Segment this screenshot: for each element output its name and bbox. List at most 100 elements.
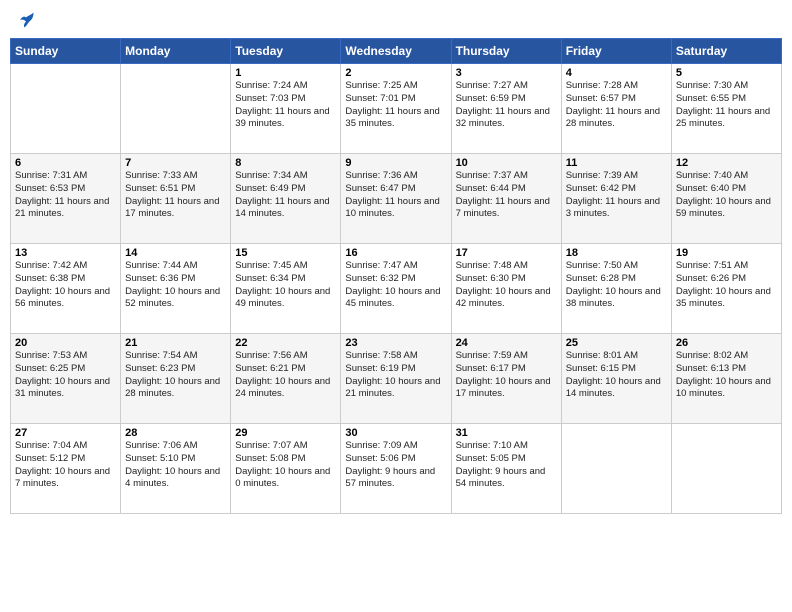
calendar-day-cell: 11Sunrise: 7:39 AM Sunset: 6:42 PM Dayli… (561, 154, 671, 244)
day-number: 12 (676, 157, 777, 169)
calendar-day-cell: 3Sunrise: 7:27 AM Sunset: 6:59 PM Daylig… (451, 64, 561, 154)
calendar-day-cell: 20Sunrise: 7:53 AM Sunset: 6:25 PM Dayli… (11, 334, 121, 424)
day-number: 4 (566, 67, 667, 79)
day-number: 21 (125, 337, 226, 349)
calendar-day-cell: 8Sunrise: 7:34 AM Sunset: 6:49 PM Daylig… (231, 154, 341, 244)
day-number: 10 (456, 157, 557, 169)
day-info: Sunrise: 7:50 AM Sunset: 6:28 PM Dayligh… (566, 260, 667, 311)
weekday-header-cell: Tuesday (231, 39, 341, 64)
weekday-header-cell: Wednesday (341, 39, 451, 64)
day-number: 22 (235, 337, 336, 349)
day-number: 29 (235, 427, 336, 439)
weekday-header-cell: Saturday (671, 39, 781, 64)
calendar-day-cell: 29Sunrise: 7:07 AM Sunset: 5:08 PM Dayli… (231, 424, 341, 514)
day-info: Sunrise: 7:37 AM Sunset: 6:44 PM Dayligh… (456, 170, 557, 221)
calendar-day-cell: 28Sunrise: 7:06 AM Sunset: 5:10 PM Dayli… (121, 424, 231, 514)
day-number: 3 (456, 67, 557, 79)
logo (14, 10, 36, 30)
calendar-day-cell (561, 424, 671, 514)
calendar-day-cell: 1Sunrise: 7:24 AM Sunset: 7:03 PM Daylig… (231, 64, 341, 154)
day-number: 15 (235, 247, 336, 259)
day-number: 7 (125, 157, 226, 169)
day-number: 1 (235, 67, 336, 79)
day-info: Sunrise: 7:51 AM Sunset: 6:26 PM Dayligh… (676, 260, 777, 311)
logo-bird-icon (16, 10, 36, 30)
calendar-day-cell: 12Sunrise: 7:40 AM Sunset: 6:40 PM Dayli… (671, 154, 781, 244)
day-number: 24 (456, 337, 557, 349)
day-number: 11 (566, 157, 667, 169)
day-info: Sunrise: 7:53 AM Sunset: 6:25 PM Dayligh… (15, 350, 116, 401)
day-info: Sunrise: 7:44 AM Sunset: 6:36 PM Dayligh… (125, 260, 226, 311)
day-info: Sunrise: 7:07 AM Sunset: 5:08 PM Dayligh… (235, 440, 336, 491)
day-info: Sunrise: 7:06 AM Sunset: 5:10 PM Dayligh… (125, 440, 226, 491)
day-info: Sunrise: 7:48 AM Sunset: 6:30 PM Dayligh… (456, 260, 557, 311)
calendar-week-row: 27Sunrise: 7:04 AM Sunset: 5:12 PM Dayli… (11, 424, 782, 514)
weekday-header-cell: Friday (561, 39, 671, 64)
calendar-body: 1Sunrise: 7:24 AM Sunset: 7:03 PM Daylig… (11, 64, 782, 514)
page-header (10, 10, 782, 30)
calendar-day-cell: 9Sunrise: 7:36 AM Sunset: 6:47 PM Daylig… (341, 154, 451, 244)
calendar-day-cell: 21Sunrise: 7:54 AM Sunset: 6:23 PM Dayli… (121, 334, 231, 424)
calendar-day-cell: 30Sunrise: 7:09 AM Sunset: 5:06 PM Dayli… (341, 424, 451, 514)
day-info: Sunrise: 7:39 AM Sunset: 6:42 PM Dayligh… (566, 170, 667, 221)
day-number: 14 (125, 247, 226, 259)
day-number: 9 (345, 157, 446, 169)
day-number: 27 (15, 427, 116, 439)
calendar-day-cell: 25Sunrise: 8:01 AM Sunset: 6:15 PM Dayli… (561, 334, 671, 424)
day-number: 31 (456, 427, 557, 439)
day-number: 6 (15, 157, 116, 169)
calendar-day-cell: 27Sunrise: 7:04 AM Sunset: 5:12 PM Dayli… (11, 424, 121, 514)
day-number: 2 (345, 67, 446, 79)
calendar-day-cell: 13Sunrise: 7:42 AM Sunset: 6:38 PM Dayli… (11, 244, 121, 334)
calendar-day-cell: 14Sunrise: 7:44 AM Sunset: 6:36 PM Dayli… (121, 244, 231, 334)
day-number: 25 (566, 337, 667, 349)
calendar-day-cell: 17Sunrise: 7:48 AM Sunset: 6:30 PM Dayli… (451, 244, 561, 334)
calendar-day-cell: 26Sunrise: 8:02 AM Sunset: 6:13 PM Dayli… (671, 334, 781, 424)
calendar-day-cell: 6Sunrise: 7:31 AM Sunset: 6:53 PM Daylig… (11, 154, 121, 244)
day-info: Sunrise: 7:42 AM Sunset: 6:38 PM Dayligh… (15, 260, 116, 311)
calendar-day-cell: 10Sunrise: 7:37 AM Sunset: 6:44 PM Dayli… (451, 154, 561, 244)
day-info: Sunrise: 7:24 AM Sunset: 7:03 PM Dayligh… (235, 80, 336, 131)
calendar-day-cell (11, 64, 121, 154)
calendar-week-row: 1Sunrise: 7:24 AM Sunset: 7:03 PM Daylig… (11, 64, 782, 154)
weekday-header-cell: Sunday (11, 39, 121, 64)
day-info: Sunrise: 7:33 AM Sunset: 6:51 PM Dayligh… (125, 170, 226, 221)
day-info: Sunrise: 7:10 AM Sunset: 5:05 PM Dayligh… (456, 440, 557, 491)
calendar-day-cell: 23Sunrise: 7:58 AM Sunset: 6:19 PM Dayli… (341, 334, 451, 424)
calendar-day-cell: 4Sunrise: 7:28 AM Sunset: 6:57 PM Daylig… (561, 64, 671, 154)
calendar-day-cell: 24Sunrise: 7:59 AM Sunset: 6:17 PM Dayli… (451, 334, 561, 424)
day-info: Sunrise: 7:31 AM Sunset: 6:53 PM Dayligh… (15, 170, 116, 221)
day-number: 5 (676, 67, 777, 79)
day-info: Sunrise: 7:36 AM Sunset: 6:47 PM Dayligh… (345, 170, 446, 221)
day-info: Sunrise: 7:28 AM Sunset: 6:57 PM Dayligh… (566, 80, 667, 131)
calendar-day-cell: 31Sunrise: 7:10 AM Sunset: 5:05 PM Dayli… (451, 424, 561, 514)
weekday-header-cell: Monday (121, 39, 231, 64)
calendar-day-cell: 16Sunrise: 7:47 AM Sunset: 6:32 PM Dayli… (341, 244, 451, 334)
weekday-header-row: SundayMondayTuesdayWednesdayThursdayFrid… (11, 39, 782, 64)
day-number: 16 (345, 247, 446, 259)
day-number: 28 (125, 427, 226, 439)
day-info: Sunrise: 7:27 AM Sunset: 6:59 PM Dayligh… (456, 80, 557, 131)
calendar-day-cell: 22Sunrise: 7:56 AM Sunset: 6:21 PM Dayli… (231, 334, 341, 424)
day-number: 30 (345, 427, 446, 439)
day-info: Sunrise: 7:09 AM Sunset: 5:06 PM Dayligh… (345, 440, 446, 491)
calendar-day-cell: 18Sunrise: 7:50 AM Sunset: 6:28 PM Dayli… (561, 244, 671, 334)
day-number: 8 (235, 157, 336, 169)
day-number: 17 (456, 247, 557, 259)
calendar-day-cell: 2Sunrise: 7:25 AM Sunset: 7:01 PM Daylig… (341, 64, 451, 154)
calendar-week-row: 6Sunrise: 7:31 AM Sunset: 6:53 PM Daylig… (11, 154, 782, 244)
calendar-week-row: 13Sunrise: 7:42 AM Sunset: 6:38 PM Dayli… (11, 244, 782, 334)
day-info: Sunrise: 7:59 AM Sunset: 6:17 PM Dayligh… (456, 350, 557, 401)
calendar-week-row: 20Sunrise: 7:53 AM Sunset: 6:25 PM Dayli… (11, 334, 782, 424)
calendar-day-cell: 7Sunrise: 7:33 AM Sunset: 6:51 PM Daylig… (121, 154, 231, 244)
day-info: Sunrise: 7:58 AM Sunset: 6:19 PM Dayligh… (345, 350, 446, 401)
day-number: 18 (566, 247, 667, 259)
day-info: Sunrise: 7:04 AM Sunset: 5:12 PM Dayligh… (15, 440, 116, 491)
day-info: Sunrise: 7:56 AM Sunset: 6:21 PM Dayligh… (235, 350, 336, 401)
day-number: 20 (15, 337, 116, 349)
day-number: 19 (676, 247, 777, 259)
day-info: Sunrise: 7:47 AM Sunset: 6:32 PM Dayligh… (345, 260, 446, 311)
day-info: Sunrise: 8:01 AM Sunset: 6:15 PM Dayligh… (566, 350, 667, 401)
day-number: 13 (15, 247, 116, 259)
calendar-table: SundayMondayTuesdayWednesdayThursdayFrid… (10, 38, 782, 514)
